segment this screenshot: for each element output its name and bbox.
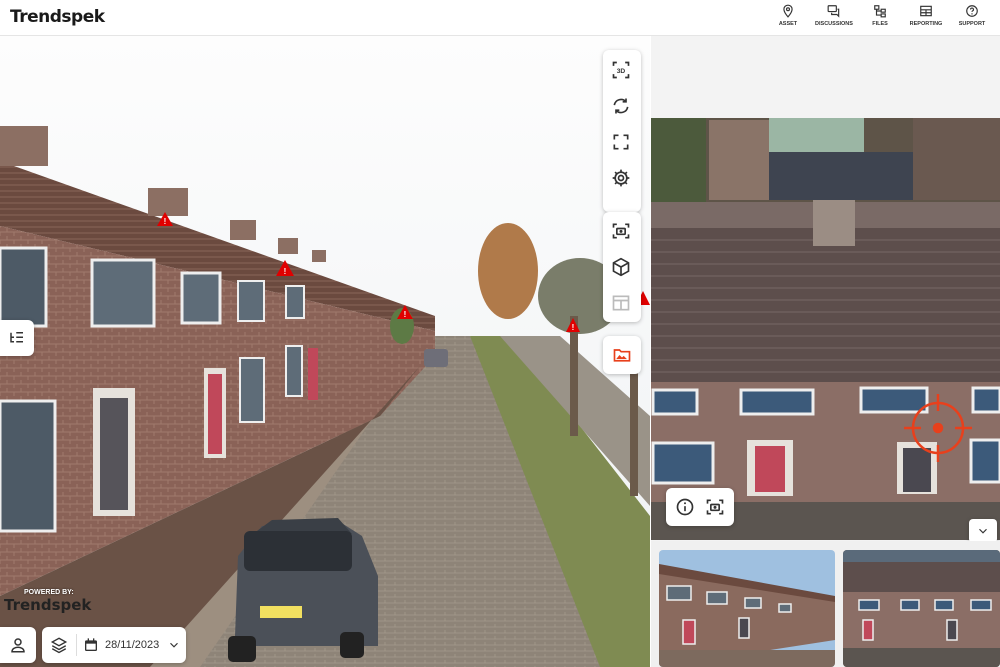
viewer-toolbar-mid [603,212,641,322]
nav-discussions-label: DISCUSSIONS [815,21,853,27]
split-view-button[interactable] [603,285,639,321]
fullscreen-button[interactable] [603,124,639,160]
camera-view-button[interactable] [603,213,639,249]
thumbnail-image [659,550,835,667]
nav-support[interactable]: SUPPORT [952,4,992,27]
list-tree-icon [10,332,23,343]
nav-files-label: FILES [872,21,888,27]
split-icon [612,295,630,311]
collapse-thumbnails-button[interactable] [969,519,997,543]
capture-date: 28/11/2023 [105,639,160,651]
capture-date-selector[interactable]: 28/11/2023 [42,627,186,663]
cube-icon [612,257,630,277]
thumbnail-image [843,550,1000,667]
svg-text:!: ! [164,217,167,226]
3d-icon: 3D [612,61,630,79]
help-icon [966,5,978,17]
svg-text:!: ! [404,310,407,319]
camera-icon [612,223,630,239]
svg-text:!: ! [284,267,287,276]
user-icon [11,638,25,653]
settings-button[interactable] [603,160,639,196]
powered-by: POWERED BY: Trendspek [4,589,91,614]
trendspek-logo[interactable]: Trendspek [10,7,105,27]
powered-by-label: POWERED BY: [24,589,74,596]
location-pin-icon [783,4,793,18]
svg-text:!: ! [572,323,575,332]
gear-icon [612,169,630,187]
layers-icon[interactable] [50,636,68,654]
rotate-button[interactable] [603,88,639,124]
powered-by-logo: Trendspek [4,596,92,614]
nav-asset[interactable]: ASSET [768,4,808,27]
thumbnail-2[interactable] [843,550,1000,667]
model-button[interactable] [603,249,639,285]
refresh-icon [613,98,629,114]
user-button[interactable] [0,627,36,663]
aerial-photo[interactable] [651,118,1000,540]
chat-icon [827,5,840,18]
aerial-roof-image [651,118,1000,540]
top-navigation-bar: Trendspek ASSET DISCUSSIONS FILES REPORT… [0,0,1000,36]
nav-support-label: SUPPORT [958,21,986,27]
nav-reporting[interactable]: REPORTING [906,4,946,27]
nav-reporting-label: REPORTING [909,21,943,27]
3d-label: 3D [617,68,626,75]
chevron-down-icon [170,642,179,648]
3d-model-viewer[interactable]: !!!! 3D POWERED BY: Trendspek 28/11/2023 [0,36,650,667]
divider [76,634,77,656]
nav-files[interactable]: FILES [860,4,900,27]
calendar-icon [85,638,97,651]
info-icon[interactable] [675,497,695,517]
photo-actions [666,488,734,526]
nav-asset-label: ASSET [778,21,798,27]
nav-discussions[interactable]: DISCUSSIONS [814,4,854,27]
table-icon [920,5,932,17]
image-gallery-button[interactable] [603,336,641,374]
image-panel [651,36,1000,667]
thumbnail-1[interactable] [659,550,835,667]
files-icon [874,5,886,18]
layer-list-button[interactable] [0,320,34,356]
viewer-toolbar-top: 3D [603,50,641,212]
street-point-cloud-scene: !!!! [0,36,650,667]
main-nav: ASSET DISCUSSIONS FILES REPORTING SUPPOR… [762,4,992,27]
camera-icon[interactable] [705,497,725,517]
fullscreen-icon [613,134,629,150]
3d-view-button[interactable]: 3D [603,52,639,88]
chevron-down-icon [979,528,987,534]
photo-thumbnails [651,541,1000,667]
image-folder-icon [613,349,631,362]
